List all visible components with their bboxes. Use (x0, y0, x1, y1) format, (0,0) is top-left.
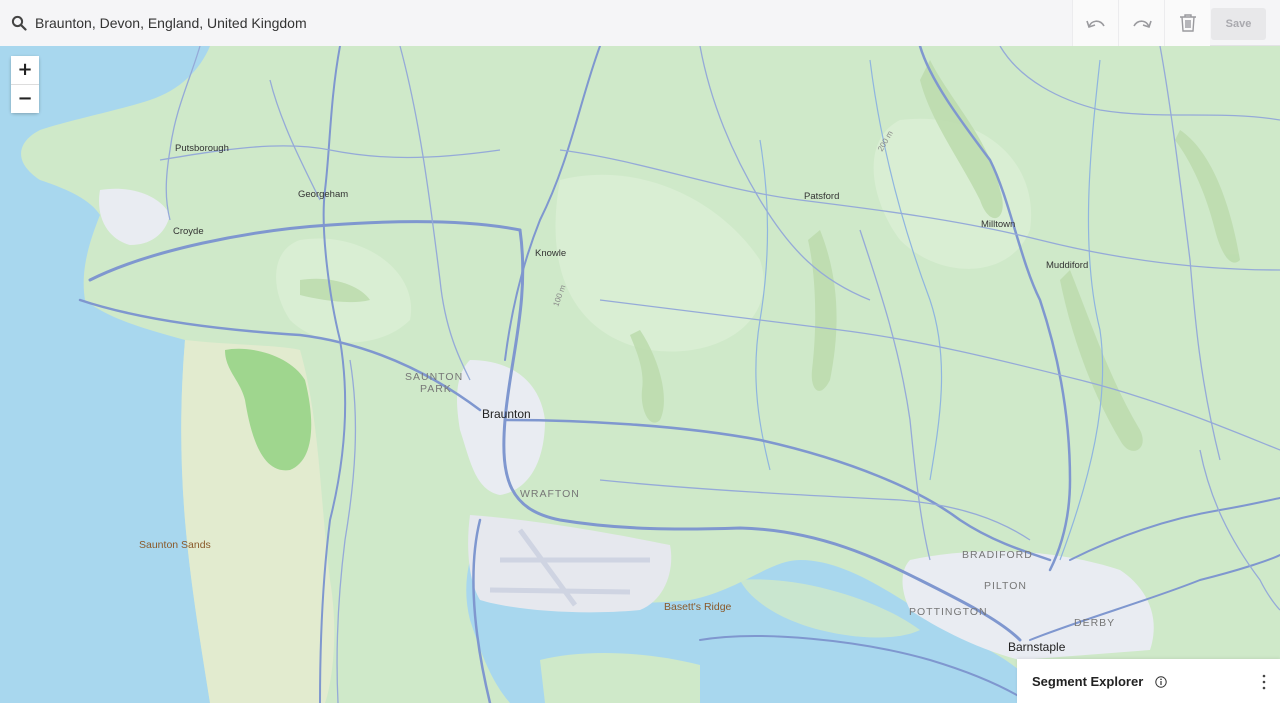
more-options-icon[interactable] (1262, 674, 1266, 690)
label-milltown: Milltown (981, 219, 1015, 230)
label-muddiford: Muddiford (1046, 260, 1088, 271)
label-pottington: POTTINGTON (909, 606, 988, 618)
redo-button[interactable] (1118, 0, 1164, 46)
map-canvas[interactable]: Putsborough Georgeham Croyde Knowle Pats… (0, 0, 1280, 703)
undo-icon (1085, 20, 1105, 29)
label-patsford: Patsford (804, 191, 839, 202)
label-derby: DERBY (1074, 617, 1115, 629)
label-georgeham: Georgeham (298, 189, 348, 200)
label-basetts-ridge: Basett's Ridge (664, 601, 732, 613)
label-croyde: Croyde (173, 226, 204, 237)
label-braunton: Braunton (482, 407, 531, 421)
zoom-out-button[interactable]: − (11, 85, 39, 113)
trash-icon (1179, 14, 1196, 32)
label-bradiford: BRADIFORD (962, 549, 1033, 561)
segment-explorer-panel[interactable]: Segment Explorer (1017, 659, 1280, 703)
label-park: PARK (420, 383, 452, 395)
segment-explorer-title: Segment Explorer (1032, 673, 1144, 689)
redo-icon (1132, 20, 1152, 29)
zoom-in-button[interactable]: + (11, 56, 39, 84)
search-bar (0, 0, 1072, 46)
undo-button[interactable] (1072, 0, 1118, 46)
label-putsborough: Putsborough (175, 143, 229, 154)
label-saunton-sands: Saunton Sands (139, 539, 211, 551)
delete-button[interactable] (1164, 0, 1210, 46)
label-pilton: PILTON (984, 580, 1027, 592)
label-wrafton: WRAFTON (520, 488, 580, 500)
search-input[interactable] (35, 15, 935, 31)
zoom-controls: + − (11, 56, 39, 113)
label-knowle: Knowle (535, 248, 566, 259)
label-barnstaple: Barnstaple (1008, 640, 1066, 654)
info-icon[interactable] (1155, 675, 1167, 688)
save-button[interactable]: Save (1211, 8, 1266, 40)
label-saunton: SAUNTON (405, 371, 463, 383)
top-toolbar: Save (0, 0, 1280, 46)
search-icon[interactable] (11, 15, 27, 31)
south-shore (540, 653, 700, 703)
